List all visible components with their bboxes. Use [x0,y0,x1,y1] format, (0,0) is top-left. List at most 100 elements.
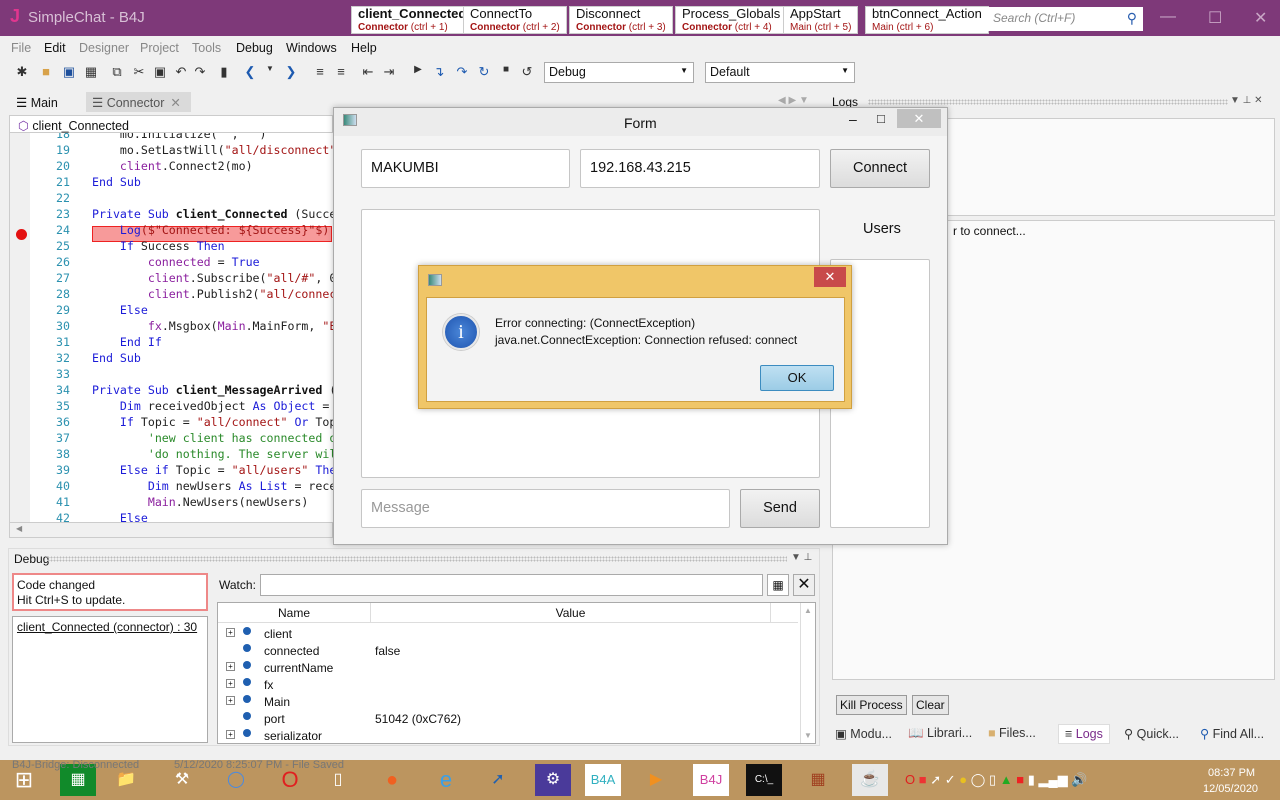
tray-icons[interactable]: O ■ ➚ ✓ ● ◯ ▯ ▲ ■ ▮ ▂▄▆ 🔊 [905,772,1088,788]
firewall-icon[interactable]: ▦ [800,764,836,796]
save-all-icon[interactable]: ▦ [83,64,99,80]
kill-process-button[interactable]: Kill Process [836,695,907,715]
expand-icon[interactable]: + [226,696,235,705]
close-button[interactable]: ✕ [897,109,941,128]
java-icon[interactable]: ☕ [852,764,888,796]
code-line[interactable]: Log($"Connected: ${Success}"$) [92,223,329,237]
variable-row[interactable]: + currentName [218,659,798,676]
code-line[interactable]: 'new client has connected o [92,431,333,445]
restart-icon[interactable]: ↺ [519,64,535,80]
breakpoint-gutter[interactable] [10,133,30,522]
indent-icon[interactable]: ⇥ [381,64,397,80]
code-line[interactable]: Dim newUsers As List = rece [92,479,333,493]
stop-icon[interactable]: ■ [498,64,514,75]
tab-find-all[interactable]: ⚲ Find All... [1200,726,1264,741]
forward-icon[interactable]: ❯ [283,64,299,80]
open-icon[interactable]: ■ [38,64,54,79]
settings-icon[interactable]: ⚙ [535,764,571,796]
clock-time[interactable]: 08:37 PM [1208,767,1255,779]
form-config-select[interactable]: Default ▼ [705,62,855,83]
code-line[interactable]: If Topic = "all/connect" Or Top [92,415,333,429]
variable-row[interactable]: + client [218,625,798,642]
message-input[interactable]: Message [361,489,730,528]
quick-tab-client-connected[interactable]: client_Connected Connector (ctrl + 1) [351,6,474,34]
clear-watch-icon[interactable]: ✕ [793,574,815,596]
internet-explorer-icon[interactable]: e [428,764,464,796]
tab-scroll-arrows-icon[interactable]: ◀ ▶ ▼ [778,95,809,106]
tab-modules[interactable]: ▣ Modu... [835,726,892,741]
scroll-left-icon[interactable]: ◀ [16,524,22,533]
calculator-icon[interactable]: ▦ [767,574,789,596]
code-line[interactable]: If Success Then [92,239,225,253]
code-line[interactable]: Main.NewUsers(newUsers) [92,495,309,509]
build-config-select[interactable]: Debug ▼ [544,62,694,83]
paste-icon[interactable]: ▣ [152,64,168,80]
back-icon[interactable]: ❮ [242,64,258,80]
close-tab-icon[interactable]: ✕ [170,96,180,110]
expand-icon[interactable]: + [226,628,235,637]
undo-icon[interactable]: ↶ [173,64,189,80]
quick-tab-connectto[interactable]: ConnectTo Connector (ctrl + 2) [463,6,567,34]
quick-tab-process-globals[interactable]: Process_Globals Connector (ctrl + 4) [675,6,788,34]
menu-windows[interactable]: Windows [286,41,337,55]
stack-frame-link[interactable]: client_Connected (connector) : 30 [17,620,197,634]
firefox-icon[interactable]: ● [374,764,410,796]
b4a-icon[interactable]: B4A [585,764,621,796]
expand-icon[interactable]: + [226,662,235,671]
code-line[interactable]: client.Connect2(mo) [92,159,253,173]
code-line[interactable]: Private Sub client_MessageArrived ( [92,383,333,397]
column-name[interactable]: Name [218,603,371,623]
tab-libraries[interactable]: 📖 Librari... [908,726,972,741]
close-button[interactable]: ✕ [1254,8,1267,28]
b4j-icon[interactable]: B4J [693,764,729,796]
code-line[interactable]: mo.SetLastWill("all/disconnect" [92,143,333,157]
vertical-scrollbar[interactable]: ▲ ▼ [800,603,815,743]
uncomment-icon[interactable]: ≡ [333,64,349,79]
expand-icon[interactable]: + [226,730,235,739]
dialog-close-button[interactable]: ✕ [814,267,846,287]
maximize-button[interactable]: □ [877,111,885,126]
code-line[interactable]: mo.Initialize("", "") [92,133,267,141]
code-line[interactable]: End Sub [92,351,141,365]
back-dropdown-icon[interactable]: ▼ [262,64,278,73]
copy-icon[interactable]: ⧉ [109,64,125,80]
breakpoint-icon[interactable] [16,229,27,240]
code-line[interactable]: Private Sub client_Connected (Succe [92,207,333,221]
tab-connector[interactable]: ☰ Connector ✕ [86,92,191,112]
search-icon[interactable]: ⚲ [1127,10,1137,27]
new-icon[interactable]: ✱ [14,64,30,80]
panel-menu-icon[interactable]: ▼ ⊥ [791,552,812,563]
horizontal-scrollbar[interactable]: ◀ [9,522,333,538]
menu-edit[interactable]: Edit [44,41,66,55]
variable-row[interactable]: + fx [218,676,798,693]
tab-logs[interactable]: ≡ Logs [1058,724,1110,744]
tab-quick-search[interactable]: ⚲ Quick... [1124,726,1179,741]
code-line[interactable]: Dim receivedObject As Object = [92,399,329,413]
code-line[interactable]: End If [92,335,162,349]
comment-icon[interactable]: ≡ [312,64,328,79]
media-player-icon[interactable]: ▶ [638,764,674,796]
step-in-icon[interactable]: ↴ [431,64,447,80]
code-editor[interactable]: 18 mo.Initialize("", "") 19 mo.SetLastWil… [9,133,333,522]
code-line[interactable]: Else [92,511,148,522]
ip-input[interactable]: 192.168.43.215 [580,149,820,188]
panel-grip[interactable] [868,99,1228,105]
variable-row[interactable]: + serializator [218,727,798,744]
save-icon[interactable]: ▣ [61,64,77,80]
ok-button[interactable]: OK [760,365,834,391]
clock-date[interactable]: 12/05/2020 [1203,783,1258,795]
redo-icon[interactable]: ↷ [192,64,208,80]
minimize-button[interactable]: — [1160,8,1176,26]
menu-designer[interactable]: Designer [79,41,129,55]
clear-button[interactable]: Clear [912,695,949,715]
code-line[interactable]: connected = True [92,255,260,269]
quick-tab-disconnect[interactable]: Disconnect Connector (ctrl + 3) [569,6,673,34]
form-title-bar[interactable]: Form – □ ✕ [334,108,947,136]
step-over-icon[interactable]: ↷ [454,64,470,80]
code-line[interactable]: Else [92,303,148,317]
code-line[interactable]: client.Publish2("all/connec [92,287,333,301]
code-line[interactable]: 'do nothing. The server wil [92,447,333,461]
code-line[interactable]: client.Subscribe("all/#", 0 [92,271,333,285]
search-input[interactable]: Search (Ctrl+F) ⚲ [987,7,1143,31]
variable-row[interactable]: + Main [218,693,798,710]
